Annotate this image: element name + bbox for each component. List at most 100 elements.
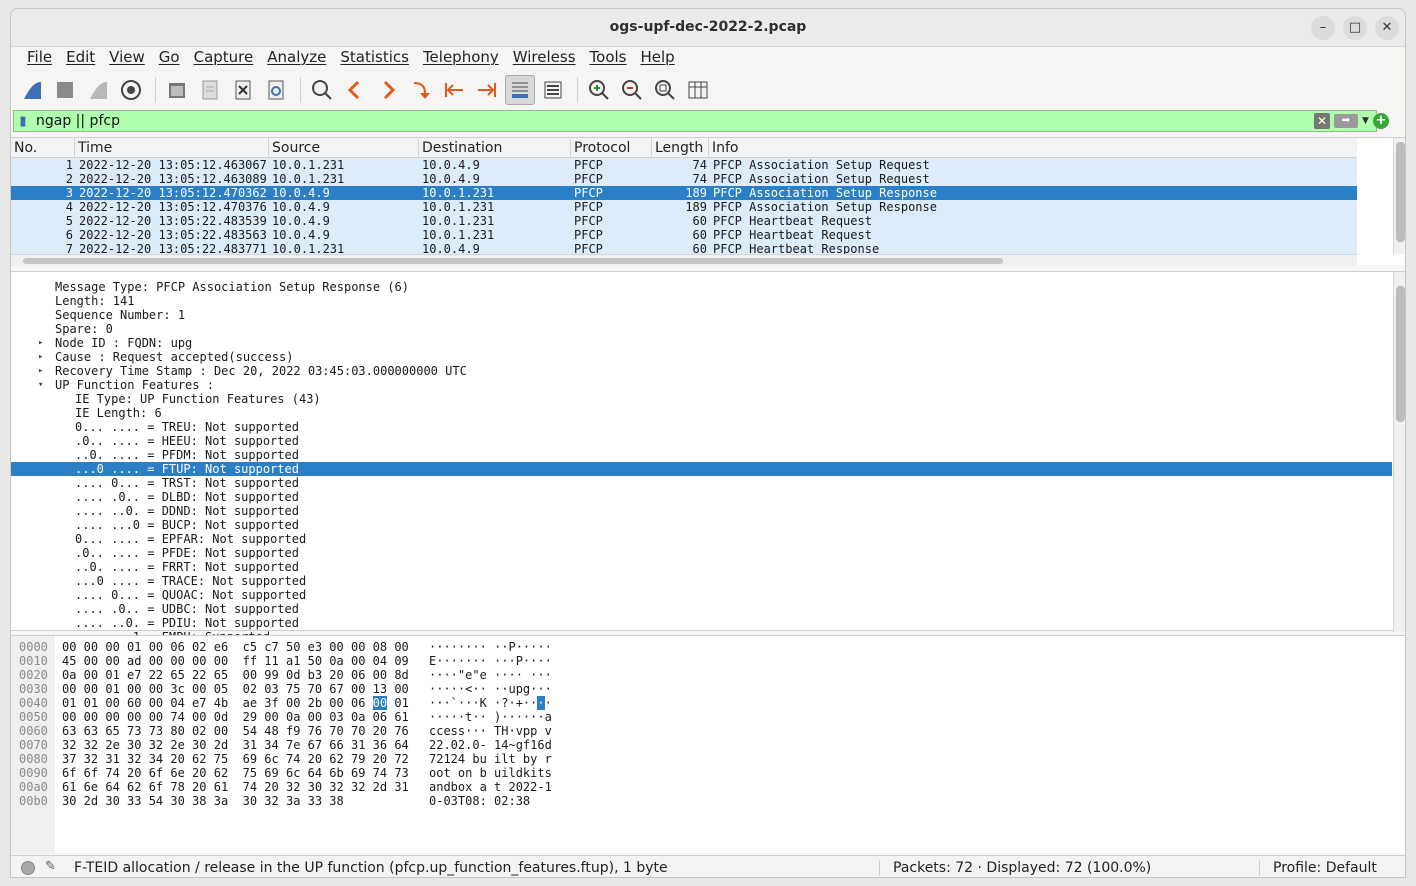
byte-ascii[interactable]: ccess··· TH·vpp v — [429, 724, 552, 738]
menu-analyze[interactable]: Analyze — [260, 47, 333, 71]
detail-tree-item[interactable]: ...0 .... = TRACE: Not supported — [11, 574, 1392, 588]
byte-ascii[interactable]: ········ ··P····· — [429, 640, 552, 654]
packet-list-scrollbar[interactable] — [1393, 138, 1405, 254]
apply-filter-icon[interactable]: ➡ — [1334, 114, 1358, 128]
byte-hex[interactable]: 63 63 65 73 73 80 02 00 54 48 f9 76 70 7… — [62, 724, 409, 738]
detail-tree-item[interactable]: Sequence Number: 1 — [11, 308, 1392, 322]
last-packet-icon[interactable] — [472, 75, 502, 105]
byte-ascii[interactable]: ····"e"e ···· ··· — [429, 668, 552, 682]
byte-ascii[interactable]: oot on b uildkits — [429, 766, 552, 780]
column-header-protocol[interactable]: Protocol — [574, 140, 630, 156]
table-row[interactable]: 5 2022-12-20 13:05:22.483539 10.0.4.9 10.0.… — [11, 214, 1357, 228]
add-filter-button-icon[interactable]: + — [1373, 113, 1389, 129]
display-filter-input[interactable]: ngap || pfcp — [32, 113, 1314, 129]
detail-tree-item[interactable]: .... ...0 = BUCP: Not supported — [11, 518, 1392, 532]
detail-tree-item[interactable]: .... 0... = QUOAC: Not supported — [11, 588, 1392, 602]
byte-hex[interactable]: 45 00 00 ad 00 00 00 00 ff 11 a1 50 0a 0… — [62, 654, 409, 668]
menu-tools[interactable]: Tools — [583, 47, 634, 71]
restart-icon[interactable] — [83, 75, 113, 105]
minimize-icon[interactable]: – — [1311, 16, 1335, 40]
colorize-icon[interactable] — [538, 75, 568, 105]
status-profile[interactable]: Profile: Default — [1273, 860, 1377, 876]
save-file-icon[interactable] — [195, 75, 225, 105]
autoscroll-icon[interactable] — [505, 75, 535, 105]
detail-tree-item[interactable]: Message Type: PFCP Association Setup Res… — [11, 280, 1392, 294]
collapsed-arrow-icon[interactable]: ▸ — [38, 336, 43, 350]
maximize-icon[interactable]: □ — [1343, 16, 1367, 40]
detail-tree-item[interactable]: ...0 .... = FTUP: Not supported — [11, 462, 1392, 476]
table-row[interactable]: 3 2022-12-20 13:05:12.470362 10.0.4.9 10.0.… — [11, 186, 1357, 200]
byte-hex[interactable]: 6f 6f 74 20 6f 6e 20 62 75 69 6c 64 6b 6… — [62, 766, 409, 780]
detail-tree-item[interactable]: IE Type: UP Function Features (43) — [11, 392, 1392, 406]
column-header-time[interactable]: Time — [78, 140, 112, 156]
menu-file[interactable]: File — [20, 47, 59, 71]
clear-filter-icon[interactable]: ✕ — [1314, 113, 1330, 129]
detail-tree-item[interactable]: ▸ Cause : Request accepted(success) — [11, 350, 1392, 364]
packet-list-hscrollbar[interactable] — [11, 254, 1357, 266]
table-row[interactable]: 6 2022-12-20 13:05:22.483563 10.0.4.9 10.0.… — [11, 228, 1357, 242]
go-back-icon[interactable] — [340, 75, 370, 105]
find-packet-icon[interactable] — [307, 75, 337, 105]
byte-ascii[interactable]: 72124 bu ilt by r — [429, 752, 552, 766]
byte-hex[interactable]: 32 32 2e 30 32 2e 30 2d 31 34 7e 67 66 3… — [62, 738, 409, 752]
column-header-source[interactable]: Source — [272, 140, 320, 156]
menu-go[interactable]: Go — [152, 47, 187, 71]
expanded-arrow-icon[interactable]: ▾ — [38, 378, 43, 392]
open-file-icon[interactable] — [162, 75, 192, 105]
edit-comment-icon[interactable]: ✎ — [45, 859, 56, 874]
bookmark-icon[interactable]: ▮ — [14, 111, 32, 131]
byte-hex[interactable]: 61 6e 64 62 6f 78 20 61 74 20 32 30 32 3… — [62, 780, 409, 794]
menu-wireless[interactable]: Wireless — [506, 47, 583, 71]
table-row[interactable]: 4 2022-12-20 13:05:12.470376 10.0.4.9 10.0.… — [11, 200, 1357, 214]
detail-tree-item[interactable]: Length: 141 — [11, 294, 1392, 308]
table-row[interactable]: 1 2022-12-20 13:05:12.463067 10.0.1.231 10.… — [11, 158, 1357, 172]
close-file-icon[interactable] — [228, 75, 258, 105]
column-header-destination[interactable]: Destination — [422, 140, 502, 156]
byte-ascii[interactable]: andbox a t 2022-1 — [429, 780, 552, 794]
detail-tree-item[interactable]: .... ..0. = DDND: Not supported — [11, 504, 1392, 518]
collapsed-arrow-icon[interactable]: ▸ — [38, 364, 43, 378]
detail-tree-item[interactable]: .... ..0. = PDIU: Not supported — [11, 616, 1392, 630]
expert-info-icon[interactable] — [21, 861, 35, 875]
detail-tree-item[interactable]: 0... .... = TREU: Not supported — [11, 420, 1392, 434]
menu-statistics[interactable]: Statistics — [333, 47, 416, 71]
detail-tree-item[interactable]: .0.. .... = PFDE: Not supported — [11, 546, 1392, 560]
column-header-no[interactable]: No. — [14, 140, 37, 156]
byte-ascii[interactable]: ·····<·· ··upg··· — [429, 682, 552, 696]
details-scrollbar[interactable] — [1393, 272, 1405, 632]
detail-tree-item[interactable]: .... 0... = TRST: Not supported — [11, 476, 1392, 490]
byte-ascii[interactable]: 0-03T08: 02:38 — [429, 794, 530, 808]
byte-hex[interactable]: 0a 00 01 e7 22 65 22 65 00 99 0d b3 20 0… — [62, 668, 409, 682]
byte-ascii[interactable]: ·····t·· )······a — [429, 710, 552, 724]
detail-tree-item[interactable]: .... .0.. = UDBC: Not supported — [11, 602, 1392, 616]
byte-hex[interactable]: 00 00 00 01 00 06 02 e6 c5 c7 50 e3 00 0… — [62, 640, 409, 654]
column-header-length[interactable]: Length — [655, 140, 703, 156]
resize-columns-icon[interactable] — [683, 75, 713, 105]
detail-tree-item[interactable]: .0.. .... = HEEU: Not supported — [11, 434, 1392, 448]
byte-ascii[interactable]: 22.02.0- 14~gf16d — [429, 738, 552, 752]
collapsed-arrow-icon[interactable]: ▸ — [38, 350, 43, 364]
byte-hex[interactable]: 37 32 31 32 34 20 62 75 69 6c 74 20 62 7… — [62, 752, 409, 766]
shark-fin-start-icon[interactable] — [17, 75, 47, 105]
detail-tree-item[interactable]: ..0. .... = PFDM: Not supported — [11, 448, 1392, 462]
detail-tree-item[interactable]: ▾ UP Function Features : — [11, 378, 1392, 392]
go-to-packet-icon[interactable] — [406, 75, 436, 105]
reload-icon[interactable] — [261, 75, 291, 105]
capture-options-icon[interactable] — [116, 75, 146, 105]
detail-tree-item[interactable]: Spare: 0 — [11, 322, 1392, 336]
detail-tree-item[interactable]: .... .0.. = DLBD: Not supported — [11, 490, 1392, 504]
zoom-in-icon[interactable] — [584, 75, 614, 105]
byte-hex[interactable]: 00 00 00 00 00 74 00 0d 29 00 0a 00 03 0… — [62, 710, 409, 724]
detail-tree-item[interactable]: ..0. .... = FRRT: Not supported — [11, 560, 1392, 574]
byte-hex[interactable]: 01 01 00 60 00 04 e7 4b ae 3f 00 2b 00 0… — [62, 696, 409, 710]
column-header-info[interactable]: Info — [712, 140, 739, 156]
stop-icon[interactable] — [50, 75, 80, 105]
menu-edit[interactable]: Edit — [59, 47, 102, 71]
menu-telephony[interactable]: Telephony — [416, 47, 506, 71]
detail-tree-item[interactable]: 0... .... = EPFAR: Not supported — [11, 532, 1392, 546]
byte-hex[interactable]: 00 00 01 00 00 3c 00 05 02 03 75 70 67 0… — [62, 682, 409, 696]
close-icon[interactable]: ✕ — [1375, 16, 1399, 40]
table-row[interactable]: 2 2022-12-20 13:05:12.463089 10.0.1.231 10.… — [11, 172, 1357, 186]
go-forward-icon[interactable] — [373, 75, 403, 105]
first-packet-icon[interactable] — [439, 75, 469, 105]
